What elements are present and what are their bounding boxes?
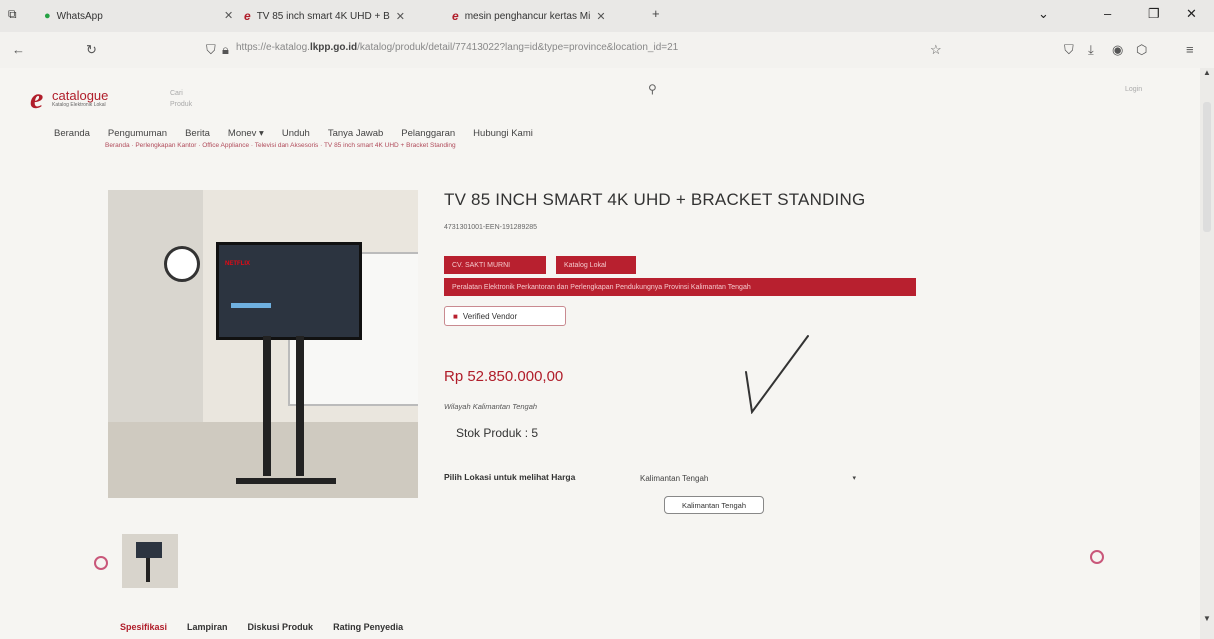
menu-item-pengumuman[interactable]: Pengumuman	[108, 128, 167, 139]
scroll-down-icon[interactable]: ▼	[1203, 614, 1211, 623]
logo-e-icon: e	[30, 82, 44, 115]
search-label-1: Cari	[170, 90, 183, 97]
browser-nav-bar: ← ↻ ⛉ 🔒︎ https://e-katalog.lkpp.go.id/ka…	[0, 32, 1214, 69]
page-content: e catalogue Katalog Elektronik Lokal Car…	[0, 68, 1200, 639]
main-menu: Beranda Pengumuman Berita Monev ▾ Unduh …	[54, 128, 533, 139]
url-path: /katalog/produk/detail/77413022?lang=id&…	[357, 42, 679, 53]
location-label: Pilih Lokasi untuk melihat Harga	[444, 472, 576, 482]
tab-whatsapp[interactable]: ● WhatsApp	[44, 6, 103, 26]
tab-product[interactable]: e TV 85 inch smart 4K UHD + B ✕	[244, 6, 405, 26]
tv-image: NETFLIX	[216, 242, 362, 340]
vendor-badge[interactable]: CV. SAKTI MURNI	[444, 256, 546, 274]
close-tab-icon[interactable]: ✕	[396, 10, 405, 23]
menu-item-monev[interactable]: Monev ▾	[228, 128, 264, 139]
tab-shredder[interactable]: e mesin penghancur kertas Mi ✕	[452, 6, 606, 26]
tab-diskusi-produk[interactable]: Diskusi Produk	[248, 622, 314, 632]
product-title: TV 85 INCH SMART 4K UHD + BRACKET STANDI…	[444, 190, 866, 209]
tab-label: WhatsApp	[56, 10, 103, 22]
logo-text: catalogue	[52, 88, 109, 103]
logo-subtitle: Katalog Elektronik Lokal	[52, 102, 106, 108]
tab-rating-penyedia[interactable]: Rating Penyedia	[333, 622, 403, 632]
product-thumbnail[interactable]	[122, 534, 178, 588]
verified-icon: ■	[453, 311, 458, 321]
extensions-icon[interactable]: ⬡	[1136, 42, 1147, 58]
tab-overflow-icon[interactable]: ⌄	[1038, 6, 1049, 22]
address-bar[interactable]: https://e-katalog.lkpp.go.id/katalog/pro…	[236, 42, 836, 53]
verified-label: Verified Vendor	[462, 311, 518, 321]
download-icon[interactable]: ⤓	[1088, 42, 1094, 58]
scroll-up-icon[interactable]: ▲	[1203, 68, 1211, 77]
lock-icon[interactable]: 🔒︎	[222, 42, 229, 58]
location-select-value: Kalimantan Tengah	[640, 473, 709, 483]
clock-image	[164, 246, 200, 282]
product-code: 4731301001-EEN-191289285	[444, 224, 538, 231]
url-domain: lkpp.go.id	[309, 42, 358, 53]
tab-spesifikasi[interactable]: Spesifikasi	[120, 622, 167, 632]
close-tab-icon[interactable]: ✕	[224, 9, 233, 22]
menu-item-hubungi-kami[interactable]: Hubungi Kami	[473, 128, 533, 139]
catalog-type-badge[interactable]: Katalog Lokal	[556, 256, 636, 274]
site-logo[interactable]: e catalogue Katalog Elektronik Lokal	[30, 82, 108, 116]
close-tab-icon[interactable]: ✕	[596, 10, 605, 23]
catalog-category-badge[interactable]: Peralatan Elektronik Perkantoran dan Per…	[444, 278, 916, 296]
handwritten-check-mark	[745, 335, 809, 414]
ecatalogue-tab-icon: e	[244, 9, 251, 23]
login-link[interactable]: Login	[1125, 86, 1142, 93]
menu-item-beranda[interactable]: Beranda	[54, 128, 90, 139]
search-category[interactable]: Cari Produk	[170, 88, 192, 110]
verified-vendor-badge: ■ Verified Vendor	[444, 306, 566, 326]
bookmark-star-icon[interactable]: ☆	[930, 42, 942, 58]
product-main-image[interactable]: NETFLIX	[108, 190, 418, 498]
menu-item-pelanggaran[interactable]: Pelanggaran	[401, 128, 455, 139]
tab-label: mesin penghancur kertas Mi	[464, 10, 591, 22]
maximize-button[interactable]: ❐	[1148, 6, 1160, 22]
breadcrumb[interactable]: Beranda · Perlengkapan Kantor · Office A…	[105, 142, 456, 149]
whatsapp-icon: ●	[44, 10, 51, 22]
pocket-icon[interactable]: ⛉	[1064, 42, 1074, 58]
tv-brand-text: NETFLIX	[225, 261, 250, 267]
location-select[interactable]: Kalimantan Tengah ▾	[640, 470, 860, 486]
chevron-down-icon: ▾	[852, 475, 856, 482]
search-icon[interactable]: ⚲	[648, 82, 657, 96]
ecatalogue-tab-icon: e	[452, 9, 459, 23]
menu-item-tanya-jawab[interactable]: Tanya Jawab	[328, 128, 383, 139]
reload-icon[interactable]: ↻	[86, 42, 97, 58]
browser-tab-bar: ⧉ ● WhatsApp ✕ e TV 85 inch smart 4K UHD…	[0, 0, 1214, 32]
close-window-button[interactable]: ✕	[1186, 6, 1197, 22]
price-region: Wilayah Kalimantan Tengah	[444, 402, 538, 411]
url-prefix: https://e-katalog.	[236, 42, 310, 53]
menu-icon[interactable]: ≡	[1186, 42, 1194, 57]
scrollbar-thumb[interactable]	[1203, 102, 1211, 232]
tab-list-icon[interactable]: ⧉	[8, 7, 17, 22]
menu-item-unduh[interactable]: Unduh	[282, 128, 310, 139]
new-tab-button[interactable]: +	[652, 6, 660, 21]
page-scrollbar[interactable]: ▲ ▼	[1200, 68, 1214, 639]
menu-item-berita[interactable]: Berita	[185, 128, 210, 139]
search-label-2: Produk	[170, 101, 193, 108]
tab-label: TV 85 inch smart 4K UHD + B	[256, 10, 390, 22]
product-detail-tabs: Spesifikasi Lampiran Diskusi Produk Rati…	[120, 622, 403, 632]
thumbnail-prev-arrow[interactable]	[94, 556, 108, 570]
stock-info: Stok Produk : 5	[456, 426, 539, 440]
minimize-button[interactable]: –	[1104, 6, 1111, 21]
location-button[interactable]: Kalimantan Tengah	[664, 496, 764, 514]
back-icon[interactable]: ←	[12, 42, 25, 57]
thumbnail-next-arrow[interactable]	[1090, 550, 1104, 564]
tab-lampiran[interactable]: Lampiran	[187, 622, 228, 632]
product-price: Rp 52.850.000,00	[444, 368, 564, 385]
shield-icon[interactable]: ⛉	[206, 42, 216, 58]
account-icon[interactable]: ◉	[1112, 42, 1123, 58]
